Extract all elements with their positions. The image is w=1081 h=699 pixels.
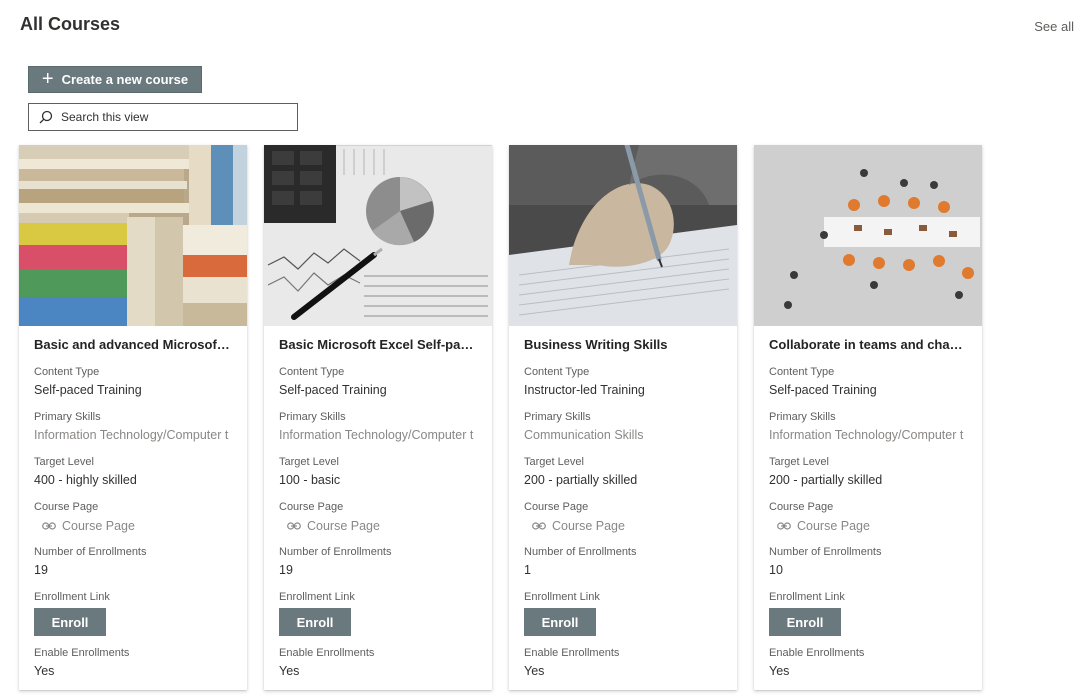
link-icon [42, 521, 56, 530]
enrollments-label: Number of Enrollments [769, 546, 882, 558]
course-thumbnail-writing [509, 145, 737, 326]
course-page-label: Course Page [279, 501, 344, 513]
page-title: All Courses [20, 14, 121, 34]
create-course-button[interactable]: + Create a new course [28, 66, 202, 93]
content-type-value: Instructor-led Training [524, 383, 645, 397]
course-page-link[interactable]: Course Page [287, 518, 478, 533]
target-level-label: Target Level [524, 456, 584, 468]
course-page-link[interactable]: Course Page [532, 518, 723, 533]
primary-skills-label: Primary Skills [524, 411, 591, 423]
course-page-label: Course Page [34, 501, 99, 513]
enrollments-label: Number of Enrollments [279, 546, 392, 558]
link-icon [532, 521, 546, 530]
link-icon [777, 521, 791, 530]
primary-skills-value[interactable]: Information Technology/Computer t [279, 428, 478, 443]
course-page-link[interactable]: Course Page [42, 518, 233, 533]
course-page-text: Course Page [62, 518, 135, 533]
content-type-label: Content Type [279, 366, 345, 378]
content-type-value: Self-paced Training [279, 383, 387, 397]
content-type-label: Content Type [524, 366, 590, 378]
course-thumbnail-books [19, 145, 247, 326]
enrollments-value: 1 [524, 563, 531, 577]
content-type-label: Content Type [769, 366, 835, 378]
content-type-value: Self-paced Training [34, 383, 142, 397]
course-page-label: Course Page [769, 501, 834, 513]
course-page-text: Course Page [552, 518, 625, 533]
search-icon [39, 110, 53, 124]
enable-enrollments-label: Enable Enrollments [524, 647, 620, 659]
primary-skills-value[interactable]: Information Technology/Computer t [34, 428, 233, 443]
target-level-value: 400 - highly skilled [34, 473, 137, 487]
course-title[interactable]: Basic and advanced Microsoft ... [34, 337, 233, 353]
target-level-label: Target Level [34, 456, 94, 468]
see-all-link[interactable]: See all [1034, 19, 1074, 34]
target-level-label: Target Level [769, 456, 829, 468]
plus-icon: + [41, 67, 54, 90]
course-page-text: Course Page [797, 518, 870, 533]
course-card[interactable]: Business Writing Skills Content Type Ins… [509, 145, 737, 690]
enrollment-link-label: Enrollment Link [524, 591, 600, 603]
enrollments-value: 19 [279, 563, 293, 577]
primary-skills-label: Primary Skills [279, 411, 346, 423]
primary-skills-label: Primary Skills [34, 411, 101, 423]
target-level-value: 200 - partially skilled [769, 473, 883, 487]
enroll-button[interactable]: Enroll [279, 608, 351, 636]
course-page-label: Course Page [524, 501, 589, 513]
enable-enrollments-value: Yes [34, 664, 55, 678]
primary-skills-value[interactable]: Communication Skills [524, 428, 723, 443]
course-title[interactable]: Basic Microsoft Excel Self-pac... [279, 337, 478, 353]
course-title[interactable]: Business Writing Skills [524, 337, 723, 353]
course-thumbnail-meeting [754, 145, 982, 326]
primary-skills-value[interactable]: Information Technology/Computer t [769, 428, 968, 443]
enroll-button[interactable]: Enroll [524, 608, 596, 636]
content-type-value: Self-paced Training [769, 383, 877, 397]
course-card[interactable]: Basic and advanced Microsoft ... Content… [19, 145, 247, 690]
course-card[interactable]: Collaborate in teams and chan... Content… [754, 145, 982, 690]
enable-enrollments-value: Yes [769, 664, 790, 678]
create-course-label: Create a new course [61, 72, 189, 87]
course-thumbnail-charts [264, 145, 492, 326]
target-level-label: Target Level [279, 456, 339, 468]
enrollments-label: Number of Enrollments [524, 546, 637, 558]
target-level-value: 200 - partially skilled [524, 473, 638, 487]
enable-enrollments-value: Yes [279, 664, 300, 678]
course-page-text: Course Page [307, 518, 380, 533]
content-type-label: Content Type [34, 366, 100, 378]
primary-skills-label: Primary Skills [769, 411, 836, 423]
enable-enrollments-label: Enable Enrollments [34, 647, 130, 659]
enable-enrollments-label: Enable Enrollments [769, 647, 865, 659]
course-card[interactable]: Basic Microsoft Excel Self-pac... Conten… [264, 145, 492, 690]
enable-enrollments-label: Enable Enrollments [279, 647, 375, 659]
enable-enrollments-value: Yes [524, 664, 545, 678]
enrollment-link-label: Enrollment Link [34, 591, 110, 603]
course-page-link[interactable]: Course Page [777, 518, 968, 533]
search-input[interactable] [61, 110, 291, 124]
search-box[interactable] [28, 103, 298, 131]
enrollments-label: Number of Enrollments [34, 546, 147, 558]
link-icon [287, 521, 301, 530]
enrollment-link-label: Enrollment Link [279, 591, 355, 603]
enrollments-value: 10 [769, 563, 783, 577]
course-title[interactable]: Collaborate in teams and chan... [769, 337, 968, 353]
enrollment-link-label: Enrollment Link [769, 591, 845, 603]
enroll-button[interactable]: Enroll [34, 608, 106, 636]
enroll-button[interactable]: Enroll [769, 608, 841, 636]
target-level-value: 100 - basic [279, 473, 341, 487]
enrollments-value: 19 [34, 563, 48, 577]
